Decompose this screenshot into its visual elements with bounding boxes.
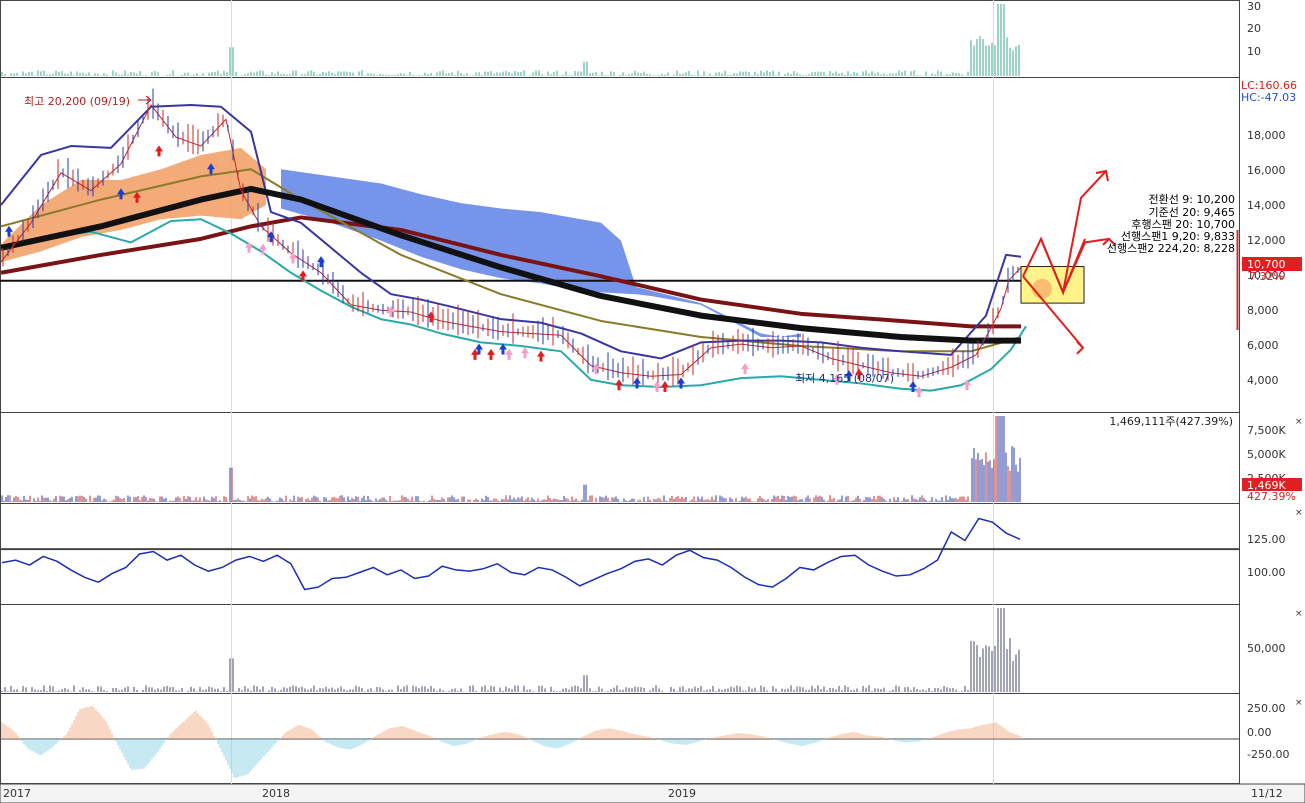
price-tick: 14,000 [1247, 199, 1286, 212]
legend-leading-span-2: 선행스팬2 224,20: 8,228 [1107, 242, 1235, 255]
volume2-tick: 50,000 [1247, 642, 1286, 655]
low-price-label: 최저 4,165 (08/07) [795, 372, 894, 385]
current-change-pct: 7.32% [1249, 270, 1284, 283]
hc-label: HC:-47.03 [1241, 91, 1296, 104]
histogram-tick: 0.00 [1247, 726, 1272, 739]
date-axis-bar [0, 783, 1305, 803]
price-tick: 18,000 [1247, 129, 1286, 142]
date-label-2018: 2018 [262, 787, 290, 800]
top-volume-tick: 10 [1247, 45, 1261, 58]
top-volume-axis: 30 20 10 [1247, 0, 1261, 58]
date-label-2019: 2019 [668, 787, 696, 800]
date-label-current: 11/12 [1251, 787, 1283, 800]
close-volume-panel-button[interactable]: × [1295, 417, 1303, 427]
volume-current-pct: 427.39% [1247, 490, 1296, 503]
legend-conversion-line: 전환선 9: 10,200 [1148, 193, 1235, 206]
stock-chart: 2017 2018 2019 11/12 30 20 10 18,000 16,… [0, 0, 1305, 803]
close-histogram-panel-button[interactable]: × [1295, 698, 1303, 708]
price-tick: 16,000 [1247, 164, 1286, 177]
volume-axis: 7,500K 5,000K 2,500K [1247, 424, 1286, 485]
histogram-tick: 250.00 [1247, 702, 1286, 715]
close-oscillator-panel-button[interactable]: × [1295, 508, 1303, 518]
volume-tick: 5,000K [1247, 448, 1286, 461]
oscillator-tick: 125.00 [1247, 533, 1286, 546]
histogram-tick: -250.00 [1247, 748, 1289, 761]
volume-header: 1,469,111주(427.39%) [1109, 415, 1233, 428]
oscillator-tick: 100.00 [1247, 566, 1286, 579]
date-label-2017: 2017 [3, 787, 31, 800]
price-tick: 6,000 [1247, 339, 1279, 352]
price-tick: 8,000 [1247, 304, 1279, 317]
projection-blob [1032, 278, 1052, 299]
price-tick: 12,000 [1247, 234, 1286, 247]
volume-tick: 7,500K [1247, 424, 1286, 437]
volume2-axis: 50,000 [1247, 642, 1286, 655]
high-price-label: 최고 20,200 (09/19) [24, 95, 130, 108]
top-volume-tick: 30 [1247, 0, 1261, 13]
close-volume2-panel-button[interactable]: × [1295, 609, 1303, 619]
top-volume-tick: 20 [1247, 22, 1261, 35]
chart-background [0, 0, 1305, 803]
price-tick: 4,000 [1247, 374, 1279, 387]
